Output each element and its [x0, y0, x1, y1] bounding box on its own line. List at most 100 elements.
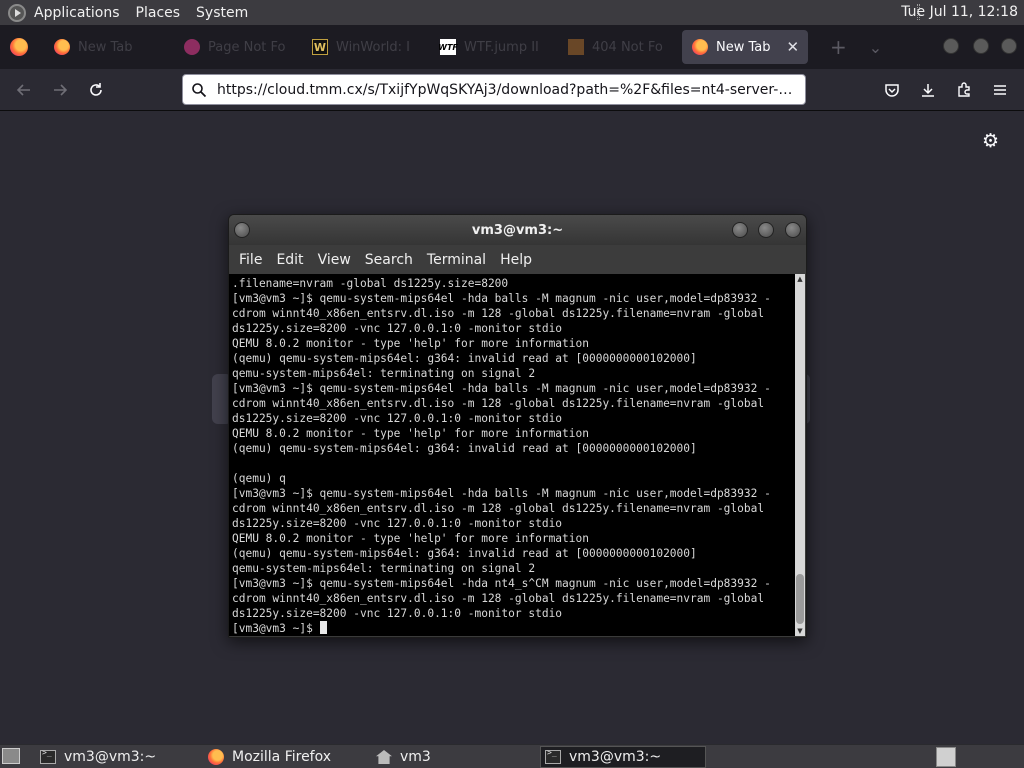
firefox-view-icon[interactable] — [10, 38, 28, 56]
panel-clock[interactable]: Tue Jul 11, 12:18 — [901, 4, 1018, 20]
taskbar-item-terminal-1[interactable]: vm3@vm3:~ — [36, 746, 200, 768]
terminal-menu-help[interactable]: Help — [500, 252, 532, 268]
close-window-icon[interactable] — [1001, 38, 1017, 54]
tab-label: WTF.jump II — [464, 39, 539, 55]
tab-strip: New Tab Page Not Fo W WinWorld: I WTF WT… — [0, 25, 1024, 69]
bottom-panel: vm3@vm3:~ Mozilla Firefox vm3 vm3@vm3:~ — [0, 744, 1024, 768]
taskbar-item-home-folder[interactable]: vm3 — [372, 746, 536, 768]
tab-wtf-jump[interactable]: WTF WTF.jump II — [430, 30, 558, 64]
terminal-icon — [545, 748, 561, 764]
terminal-line: (qemu) qemu-system-mips64el: g364: inval… — [232, 442, 697, 455]
tab-label: New Tab — [78, 39, 133, 55]
wtf-icon: WTF — [438, 39, 458, 55]
applications-logo-icon[interactable] — [8, 3, 26, 22]
taskbar-label: vm3@vm3:~ — [569, 749, 662, 765]
download-icon[interactable] — [915, 77, 941, 103]
home-folder-icon — [376, 750, 392, 764]
scrollbar-thumb[interactable] — [796, 574, 804, 624]
terminal-menu-icon[interactable] — [234, 222, 250, 238]
terminal-menu-file[interactable]: File — [239, 252, 262, 268]
firefox-icon — [208, 749, 224, 765]
terminal-line: [vm3@vm3 ~]$ qemu-system-mips64el -hda b… — [232, 487, 771, 500]
back-arrow-icon[interactable] — [11, 77, 37, 103]
tab-page-not-found[interactable]: Page Not Fo — [174, 30, 302, 64]
terminal-prompt: [vm3@vm3 ~]$ — [232, 622, 320, 635]
show-desktop-icon[interactable] — [2, 748, 20, 764]
terminal-icon — [40, 748, 56, 764]
firefox-icon — [692, 39, 708, 55]
terminal-line: cdrom winnt40_x86en_entsrv.dl.iso -m 128… — [232, 397, 765, 410]
maximize-icon[interactable] — [973, 38, 989, 54]
winworld-icon: W — [312, 39, 328, 55]
terminal-menubar: File Edit View Search Terminal Help — [229, 245, 806, 274]
terminal-line: (qemu) qemu-system-mips64el: g364: inval… — [232, 547, 697, 560]
pink-site-icon — [184, 39, 200, 55]
tab-label: 404 Not Fo — [592, 39, 663, 55]
firefox-icon — [54, 39, 70, 55]
tab-list-button[interactable]: ⌄ — [869, 38, 882, 57]
terminal-menu-view[interactable]: View — [318, 252, 351, 268]
terminal-line: (qemu) qemu-system-mips64el: g364: inval… — [232, 352, 697, 365]
terminal-line: ds1225y.size=8200 -vnc 127.0.0.1:0 -moni… — [232, 412, 563, 425]
taskbar-label: Mozilla Firefox — [232, 749, 332, 765]
terminal-line: [vm3@vm3 ~]$ qemu-system-mips64el -hda b… — [232, 382, 771, 395]
terminal-output[interactable]: .filename=nvram -global ds1225y.size=820… — [229, 274, 798, 636]
terminal-title: vm3@vm3:~ — [471, 222, 564, 238]
extensions-icon[interactable] — [951, 77, 977, 103]
search-icon — [191, 82, 211, 98]
terminal-menu-search[interactable]: Search — [365, 252, 413, 268]
hamburger-menu-icon[interactable] — [987, 77, 1013, 103]
trash-icon[interactable] — [936, 747, 956, 767]
scroll-down-icon[interactable]: ▼ — [795, 627, 805, 635]
terminal-line: (qemu) q — [232, 472, 286, 485]
terminal-line: cdrom winnt40_x86en_entsrv.dl.iso -m 128… — [232, 502, 765, 515]
pocket-icon[interactable] — [879, 77, 905, 103]
tab-new-tab-1[interactable]: New Tab — [44, 30, 174, 64]
terminal-line: QEMU 8.0.2 monitor - type 'help' for mor… — [232, 427, 589, 440]
terminal-menu-edit[interactable]: Edit — [276, 252, 303, 268]
terminal-line: ds1225y.size=8200 -vnc 127.0.0.1:0 -moni… — [232, 607, 563, 620]
panel-menu: Applications Places System — [8, 3, 264, 22]
tab-404-not-found[interactable]: 404 Not Fo — [558, 30, 682, 64]
tab-label: WinWorld: I — [336, 39, 411, 55]
reload-icon[interactable] — [83, 77, 109, 103]
terminal-cursor — [319, 621, 327, 634]
tab-winworld[interactable]: W WinWorld: I — [302, 30, 430, 64]
top-panel: Applications Places System Tue Jul 11, 1… — [0, 0, 1024, 25]
taskbar-item-terminal-2[interactable]: vm3@vm3:~ — [540, 746, 706, 768]
terminal-prompt-line[interactable]: [vm3@vm3 ~]$ — [232, 621, 795, 636]
pixel-icon — [568, 39, 584, 55]
menu-system[interactable]: System — [196, 5, 248, 21]
minimize-icon[interactable] — [943, 38, 959, 54]
gear-icon[interactable]: ⚙ — [982, 131, 1002, 151]
forward-arrow-icon[interactable] — [47, 77, 73, 103]
terminal-window[interactable]: vm3@vm3:~ File Edit View Search Terminal… — [228, 214, 807, 638]
terminal-line: QEMU 8.0.2 monitor - type 'help' for mor… — [232, 532, 589, 545]
terminal-line: ds1225y.size=8200 -vnc 127.0.0.1:0 -moni… — [232, 322, 563, 335]
close-tab-icon[interactable]: ✕ — [787, 38, 800, 56]
url-bar[interactable]: https://cloud.tmm.cx/s/TxijfYpWqSKYAj3/d… — [182, 74, 806, 105]
tab-new-tab-active[interactable]: New Tab ✕ — [682, 30, 808, 64]
terminal-minimize-icon[interactable] — [732, 222, 748, 238]
navigation-bar: https://cloud.tmm.cx/s/TxijfYpWqSKYAj3/d… — [0, 69, 1024, 111]
scroll-up-icon[interactable]: ▲ — [795, 275, 805, 283]
taskbar-item-firefox[interactable]: Mozilla Firefox — [204, 746, 368, 768]
url-text[interactable]: https://cloud.tmm.cx/s/TxijfYpWqSKYAj3/d… — [217, 82, 797, 98]
terminal-menu-terminal[interactable]: Terminal — [427, 252, 486, 268]
terminal-line: ds1225y.size=8200 -vnc 127.0.0.1:0 -moni… — [232, 517, 563, 530]
terminal-line: [vm3@vm3 ~]$ qemu-system-mips64el -hda b… — [232, 292, 771, 305]
terminal-close-icon[interactable] — [785, 222, 801, 238]
tab-label: Page Not Fo — [208, 39, 286, 55]
terminal-scrollbar[interactable]: ▲ ▼ — [795, 274, 805, 636]
terminal-line: [vm3@vm3 ~]$ qemu-system-mips64el -hda n… — [232, 577, 771, 590]
terminal-line: qemu-system-mips64el: terminating on sig… — [232, 367, 536, 380]
terminal-line: cdrom winnt40_x86en_entsrv.dl.iso -m 128… — [232, 592, 765, 605]
menu-applications[interactable]: Applications — [34, 5, 120, 21]
menu-places[interactable]: Places — [136, 5, 181, 21]
terminal-titlebar[interactable]: vm3@vm3:~ — [229, 215, 806, 245]
terminal-line: cdrom winnt40_x86en_entsrv.dl.iso -m 128… — [232, 307, 765, 320]
terminal-maximize-icon[interactable] — [758, 222, 774, 238]
terminal-line: qemu-system-mips64el: terminating on sig… — [232, 562, 536, 575]
new-tab-button[interactable]: + — [830, 35, 847, 59]
